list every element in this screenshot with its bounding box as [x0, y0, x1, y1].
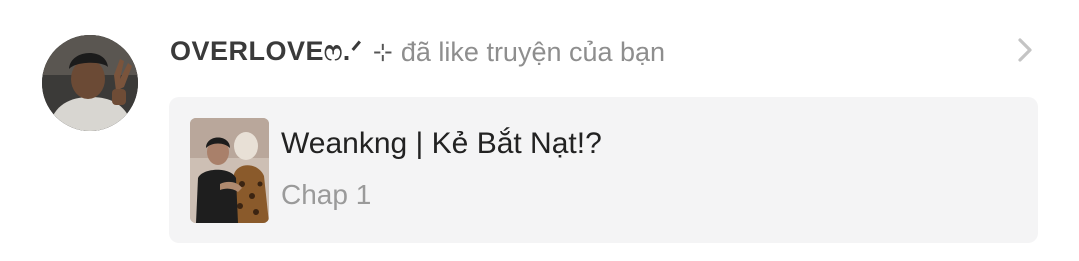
story-cover-image[interactable]	[190, 118, 269, 223]
chevron-right-icon[interactable]	[1012, 34, 1038, 66]
notification-header: OVERLOVEෆ.ᐟ ⊹ đã like truyện của bạn	[170, 30, 665, 74]
avatar-photo	[42, 35, 138, 131]
action-text: đã like truyện của bạn	[400, 36, 666, 67]
sparkle-separator: ⊹	[372, 38, 393, 66]
chapter-label: Chap 1	[281, 179, 372, 210]
story-title[interactable]: Weankng | Kẻ Bắt Nạt!?	[281, 127, 602, 161]
like-notification[interactable]: OVERLOVEෆ.ᐟ ⊹ đã like truyện của bạn Wea…	[0, 0, 1079, 261]
username-link[interactable]: OVERLOVEෆ.ᐟ	[170, 36, 363, 68]
avatar[interactable]	[42, 35, 138, 131]
story-card[interactable]: Weankng | Kẻ Bắt Nạt!? Chap 1	[169, 97, 1038, 243]
